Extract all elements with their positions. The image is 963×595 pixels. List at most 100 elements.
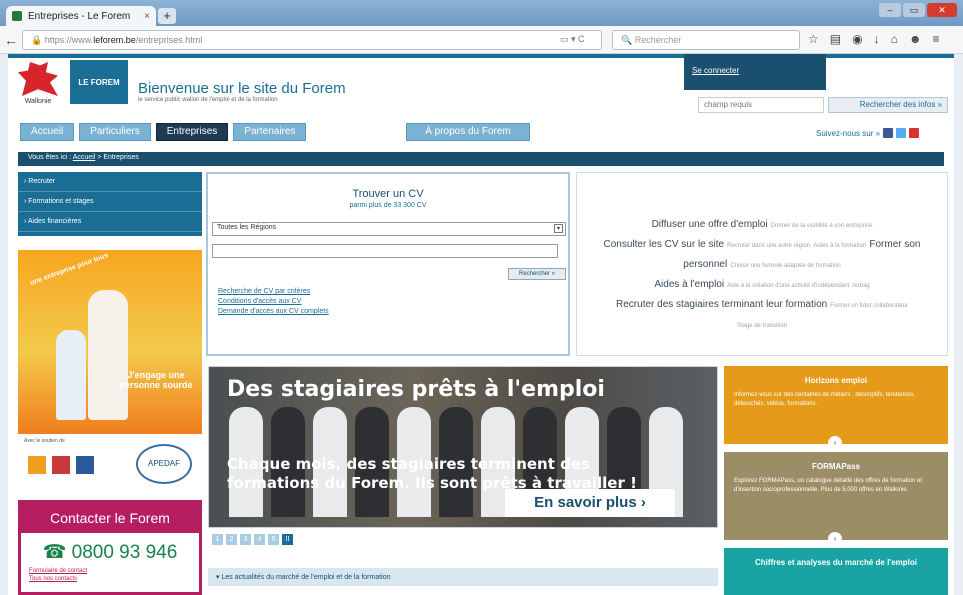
pause-icon[interactable]: II — [282, 534, 293, 545]
nav-accueil[interactable]: Accueil — [20, 123, 75, 141]
home-icon[interactable]: ⌂ — [891, 32, 898, 46]
region-select[interactable]: Toutes les Régions ▾ — [212, 222, 566, 236]
close-window-icon[interactable]: ✕ — [927, 3, 957, 17]
twitter-icon[interactable] — [896, 128, 907, 138]
facebook-icon[interactable] — [883, 128, 894, 138]
back-arrow-icon[interactable]: ← — [4, 32, 18, 48]
cv-link-access[interactable]: Demande d'accès aux CV complets — [218, 308, 329, 315]
cloud-item[interactable]: Donner de la visibilité à son entreprise — [771, 223, 873, 229]
banner-more-button[interactable]: En savoir plus › — [505, 489, 675, 517]
chevron-down-icon[interactable]: › — [828, 436, 842, 450]
star-icon[interactable]: ☆ — [808, 32, 819, 46]
promo-title: FORMAPass — [811, 462, 860, 471]
chevron-down-icon[interactable]: › — [828, 532, 842, 546]
promo-chiffres[interactable]: Chiffres et analyses du marché de l'empl… — [724, 548, 948, 595]
left-menu: › Recruter › Formations et stages › Aide… — [18, 172, 202, 236]
cloud-item[interactable]: Consulter les CV sur le site — [603, 239, 724, 250]
adult-figure — [88, 290, 128, 420]
browser-navbar: ← 🔒 https://www.leforem.be/entreprises.h… — [0, 26, 963, 54]
promo-formapass[interactable]: FORMAPass Explorez FORMAPass, un catalog… — [724, 452, 948, 546]
pager-3[interactable]: 3 — [240, 534, 251, 545]
extension-icon[interactable]: ☻ — [909, 32, 922, 46]
pager-4[interactable]: 4 — [254, 534, 265, 545]
forem-logo-text: LE FOREM — [78, 77, 120, 87]
maximize-icon[interactable]: ▭ — [903, 3, 925, 17]
tab-close-icon[interactable]: × — [144, 11, 150, 22]
favicon-icon — [12, 11, 22, 21]
follow-label: Suivez-nous sur » — [816, 128, 881, 138]
cv-keyword-input[interactable] — [212, 244, 558, 258]
download-icon[interactable]: ↓ — [874, 32, 880, 46]
breadcrumb: Vous êtes ici : Accueil > Entreprises — [18, 152, 944, 166]
search-placeholder: Rechercher — [634, 35, 682, 45]
cloud-item[interactable]: Airbag — [852, 283, 869, 289]
promo-horizons[interactable]: Horizons emploi Informez-vous sur des ce… — [724, 366, 948, 450]
nav-partenaires[interactable]: Partenaires — [233, 123, 307, 141]
window-controls: – ▭ ✕ — [879, 3, 957, 17]
cloud-item[interactable]: Aide à la création d'une activité d'indé… — [727, 283, 849, 289]
contact-phone: ☎ 0800 93 946 — [21, 541, 199, 564]
bookmarks-icon[interactable]: ▤ — [830, 32, 841, 46]
cv-link-conditions[interactable]: Conditions d'accès aux CV — [218, 298, 329, 305]
cloud-item[interactable]: Recruter dans une autre région — [727, 243, 810, 249]
breadcrumb-prefix: Vous êtes ici : — [28, 154, 72, 161]
apedaf-logo[interactable]: APEDAF — [136, 444, 192, 484]
pocket-icon[interactable]: ◉ — [852, 32, 862, 46]
cloud-item[interactable]: Stage de transition — [737, 323, 787, 329]
nav-about[interactable]: À propos du Forem — [406, 123, 530, 141]
youtube-icon[interactable] — [909, 128, 920, 138]
browser-tab[interactable]: Entreprises - Le Forem × — [6, 6, 156, 26]
wallonie-label: Wallonie — [24, 98, 52, 105]
menu-item-aides[interactable]: › Aides financières — [18, 212, 202, 232]
lock-icon: 🔒 — [31, 35, 43, 45]
engage-banner[interactable]: une entreprise pour tous J'engage une pe… — [18, 250, 202, 434]
contact-title: Contacter le Forem — [21, 503, 199, 533]
nav-entreprises[interactable]: Entreprises — [155, 123, 229, 141]
partner-logo-icon[interactable] — [28, 456, 46, 474]
news-header[interactable]: ▾ Les actualités du marché de l'emploi e… — [208, 568, 718, 586]
partner-logos — [28, 456, 94, 474]
contact-form-link[interactable]: Formulaire de contact — [29, 568, 199, 574]
nav-particuliers[interactable]: Particuliers — [79, 123, 151, 141]
forem-logo[interactable]: LE FOREM — [70, 60, 128, 104]
menu-item-formations[interactable]: › Formations et stages — [18, 192, 202, 212]
cv-title: Trouver un CV — [352, 188, 424, 200]
menu-icon[interactable]: ≡ — [932, 32, 939, 46]
wallonie-logo[interactable]: Wallonie — [14, 60, 62, 114]
browser-search-input[interactable]: 🔍 Rechercher — [612, 30, 800, 50]
address-bar[interactable]: 🔒 https://www.leforem.be/entreprises.htm… — [22, 30, 602, 50]
new-tab-button[interactable]: + — [158, 8, 176, 24]
cloud-item[interactable]: Aides à la formation — [813, 243, 866, 249]
pager-1[interactable]: 1 — [212, 534, 223, 545]
dropdown-arrow-icon[interactable]: ▾ — [554, 224, 563, 233]
cloud-item[interactable]: Aides à l'emploi — [654, 279, 724, 290]
url-prefix: https://www. — [44, 35, 94, 45]
promo-title: Horizons emploi — [804, 376, 868, 385]
all-contacts-link[interactable]: Tous nos contacts — [29, 576, 199, 582]
pager-2[interactable]: 2 — [226, 534, 237, 545]
cloud-item[interactable]: Recruter des stagiaires terminant leur f… — [616, 299, 827, 310]
cv-search-button[interactable]: Rechercher » — [508, 268, 566, 280]
cloud-item[interactable]: Choisir une formule adaptée de formation — [730, 263, 840, 269]
engage-stamp: une entreprise pour tous — [29, 252, 110, 287]
reload-icon[interactable]: ▭ ▾ C — [560, 34, 585, 45]
partner-logo-icon[interactable] — [52, 456, 70, 474]
cloud-item[interactable]: Former un futur collaborateur — [830, 303, 908, 309]
site-search-button[interactable]: Rechercher des infos » — [828, 97, 948, 113]
partner-logo-icon[interactable] — [76, 456, 94, 474]
cloud-item[interactable]: Diffuser une offre d'emploi — [652, 219, 768, 230]
breadcrumb-home[interactable]: Accueil — [73, 154, 96, 161]
contact-box: Contacter le Forem ☎ 0800 93 946 Formula… — [18, 500, 202, 595]
connect-link[interactable]: Se connecter — [692, 66, 739, 75]
browser-toolbar: ☆ ▤ ◉ ↓ ⌂ ☻ ≡ — [808, 32, 940, 46]
breadcrumb-current: > Entreprises — [97, 154, 139, 161]
pager-5[interactable]: 5 — [268, 534, 279, 545]
magnifier-icon: 🔍 — [621, 35, 633, 45]
hero-banner[interactable]: Des stagiaires prêts à l'emploi Chaque m… — [208, 366, 718, 528]
site-search-input[interactable]: champ requis — [698, 97, 824, 113]
phone-number: 0800 93 946 — [71, 542, 178, 563]
url-path: /entreprises.html — [135, 35, 203, 45]
cv-link-criteria[interactable]: Recherche de CV par critères — [218, 288, 329, 295]
menu-item-recruter[interactable]: › Recruter — [18, 172, 202, 192]
minimize-icon[interactable]: – — [879, 3, 901, 17]
